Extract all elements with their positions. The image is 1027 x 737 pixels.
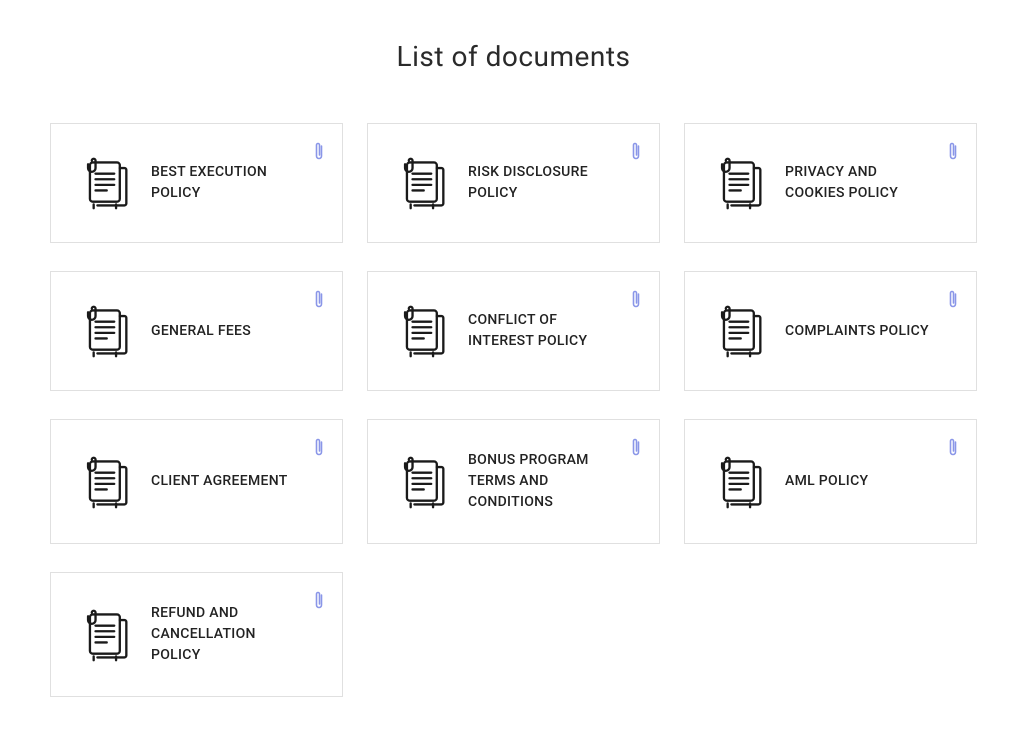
paperclip-icon xyxy=(631,142,641,160)
paperclip-icon xyxy=(631,438,641,456)
document-icon xyxy=(75,454,131,510)
document-icon xyxy=(75,155,131,211)
document-title: GENERAL FEES xyxy=(151,321,251,342)
document-icon xyxy=(392,303,448,359)
document-card[interactable]: AML POLICY xyxy=(684,419,977,544)
document-title: REFUND AND CANCELLATION POLICY xyxy=(151,603,301,666)
document-card[interactable]: CONFLICT OF INTEREST POLICY xyxy=(367,271,660,391)
paperclip-icon xyxy=(314,591,324,609)
paperclip-icon xyxy=(948,142,958,160)
paperclip-icon xyxy=(314,290,324,308)
document-card[interactable]: PRIVACY AND COOKIES POLICY xyxy=(684,123,977,243)
page-title: List of documents xyxy=(50,40,977,73)
document-icon xyxy=(709,303,765,359)
paperclip-icon xyxy=(631,290,641,308)
document-title: CLIENT AGREEMENT xyxy=(151,471,288,492)
document-title: PRIVACY AND COOKIES POLICY xyxy=(785,162,935,204)
document-title: BONUS PROGRAM TERMS AND CONDITIONS xyxy=(468,450,618,513)
document-title: RISK DISCLOSURE POLICY xyxy=(468,162,618,204)
paperclip-icon xyxy=(314,438,324,456)
paperclip-icon xyxy=(948,290,958,308)
document-icon xyxy=(392,454,448,510)
document-title: BEST EXECUTION POLICY xyxy=(151,162,301,204)
document-icon xyxy=(75,607,131,663)
document-card[interactable]: COMPLAINTS POLICY xyxy=(684,271,977,391)
document-title: COMPLAINTS POLICY xyxy=(785,321,929,342)
paperclip-icon xyxy=(314,142,324,160)
document-icon xyxy=(392,155,448,211)
document-icon xyxy=(709,155,765,211)
document-title: AML POLICY xyxy=(785,471,868,492)
document-card[interactable]: CLIENT AGREEMENT xyxy=(50,419,343,544)
document-icon xyxy=(709,454,765,510)
document-card[interactable]: BONUS PROGRAM TERMS AND CONDITIONS xyxy=(367,419,660,544)
document-card[interactable]: RISK DISCLOSURE POLICY xyxy=(367,123,660,243)
document-card[interactable]: BEST EXECUTION POLICY xyxy=(50,123,343,243)
documents-grid: BEST EXECUTION POLICY RISK DISCLOSURE PO… xyxy=(50,123,977,697)
document-icon xyxy=(75,303,131,359)
document-title: CONFLICT OF INTEREST POLICY xyxy=(468,310,618,352)
document-card[interactable]: GENERAL FEES xyxy=(50,271,343,391)
paperclip-icon xyxy=(948,438,958,456)
document-card[interactable]: REFUND AND CANCELLATION POLICY xyxy=(50,572,343,697)
